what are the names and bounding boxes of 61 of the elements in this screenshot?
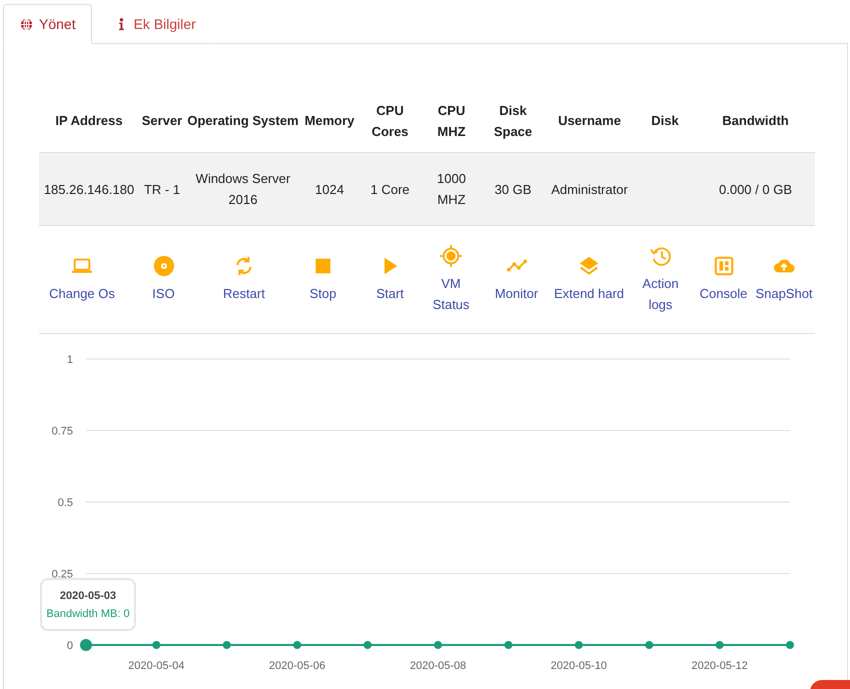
action-link[interactable]: Restart — [202, 255, 286, 304]
x-axis-label: 2020-05-06 — [269, 660, 326, 672]
action-link[interactable]: Start — [360, 255, 420, 304]
column-header: Operating System — [187, 113, 299, 128]
data-point — [504, 641, 512, 649]
y-axis-label: 1 — [66, 354, 73, 366]
x-axis-label: 2020-05-12 — [691, 660, 748, 672]
data-point — [293, 641, 302, 649]
data-point — [364, 641, 372, 649]
layers-icon — [578, 255, 600, 277]
y-axis-label: 0 — [66, 640, 73, 652]
y-axis-label: 0.25 — [52, 568, 73, 580]
table-cell: 1000 MHZ — [437, 171, 466, 207]
table-cell: 1 Core — [370, 182, 410, 196]
column-header: Server — [142, 113, 182, 128]
action-link[interactable]: Monitor — [482, 255, 551, 304]
data-point — [152, 641, 160, 649]
table-cell: 30 GB — [494, 182, 532, 196]
tab[interactable]: Ek Bilgiler — [92, 4, 212, 44]
tooltip-value: Bandwidth MB: 0 — [46, 608, 130, 620]
action-link[interactable]: Console — [694, 255, 753, 304]
action-link[interactable]: Extend hard — [551, 255, 627, 304]
globe-icon — [20, 18, 33, 30]
action-link[interactable]: SnapShot — [753, 255, 815, 304]
table-cell: 1024 — [315, 182, 344, 196]
action-link[interactable]: VM Status — [420, 244, 482, 314]
column-header: Username — [558, 113, 621, 128]
action-link[interactable]: ISO — [125, 255, 202, 304]
column-header: Disk — [651, 113, 679, 128]
column-header: CPU MHZ — [437, 102, 466, 138]
data-point — [222, 641, 231, 649]
action-link[interactable]: Change Os — [39, 255, 125, 304]
action-link[interactable]: Stop — [286, 255, 360, 304]
column-header: Disk Space — [494, 102, 532, 138]
data-point — [574, 641, 583, 649]
grid-icon — [712, 255, 734, 277]
x-axis-label: 2020-05-08 — [410, 660, 466, 672]
table-cell: 185.26.146.180 — [44, 182, 134, 196]
table-cell: TR - 1 — [144, 182, 180, 196]
data-point — [716, 641, 724, 649]
action-link[interactable]: Action logs — [627, 244, 694, 314]
column-header: IP Address — [55, 113, 123, 128]
y-axis-label: 0.5 — [58, 497, 73, 509]
table-cell: Windows Server 2016 — [196, 171, 290, 207]
target-icon — [440, 244, 462, 266]
x-axis-label: 2020-05-04 — [128, 660, 185, 672]
x-axis-label: 2020-05-10 — [550, 660, 607, 672]
column-header: Memory — [304, 113, 354, 128]
column-header: Bandwidth — [722, 113, 789, 128]
history-icon — [650, 244, 672, 266]
data-point — [434, 641, 442, 649]
data-point — [786, 641, 794, 649]
data-point — [80, 639, 92, 651]
tab[interactable]: Yönet — [3, 4, 92, 44]
disc-icon — [152, 255, 174, 277]
y-axis-label: 0.75 — [52, 426, 73, 438]
tooltip-title: 2020-05-03 — [60, 590, 116, 602]
column-header: CPU Cores — [372, 102, 408, 138]
data-point — [645, 641, 654, 649]
table-cell: 0.000 / 0 GB — [719, 182, 792, 196]
table-cell: Administrator — [551, 182, 628, 196]
